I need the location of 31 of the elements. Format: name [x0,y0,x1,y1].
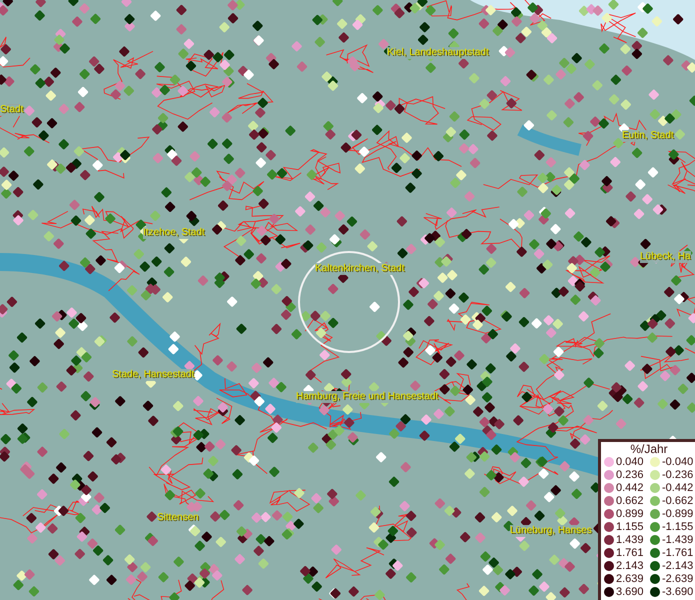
legend-value: 0.442 [616,482,645,494]
legend-value: -0.442 [662,482,694,494]
legend-value: -1.155 [662,521,694,533]
legend-value: -2.143 [662,560,694,572]
place-label: Lüneburg, Hanses [510,525,592,537]
legend-value: 1.155 [616,521,645,533]
legend-value: -3.690 [662,586,694,598]
legend-value: -0.899 [662,508,694,520]
place-label: Eutin, Stadt [622,130,674,142]
legend-value: 1.439 [616,534,645,546]
legend-value: -1.761 [662,547,694,559]
place-label: Kiel, Landeshauptstadt [387,47,489,59]
legend-value: -0.236 [662,469,694,481]
legend-value: 0.040 [616,456,645,468]
legend-value: -1.439 [662,534,694,546]
legend-value: 2.143 [616,560,645,572]
legend-value: 2.639 [616,573,645,585]
legend-value: -0.040 [662,456,694,468]
legend-value: 0.236 [616,469,645,481]
place-label: Kaltenkirchen, Stadt [315,263,404,275]
legend-value: -2.639 [662,573,694,585]
place-label: Itzehoe, Stadt [143,227,205,239]
place-label: Lübeck, Ha [640,251,691,263]
legend-value: 0.899 [616,508,645,520]
place-label: Stadt [0,104,24,116]
legend-value: -0.662 [662,495,694,507]
legend-value: 0.662 [616,495,645,507]
legend-title: %/Jahr [629,443,669,456]
legend-value: 1.761 [616,547,645,559]
place-label: Hamburg, Freie und Hansestadt [296,391,438,403]
legend-value: 3.690 [616,586,645,598]
